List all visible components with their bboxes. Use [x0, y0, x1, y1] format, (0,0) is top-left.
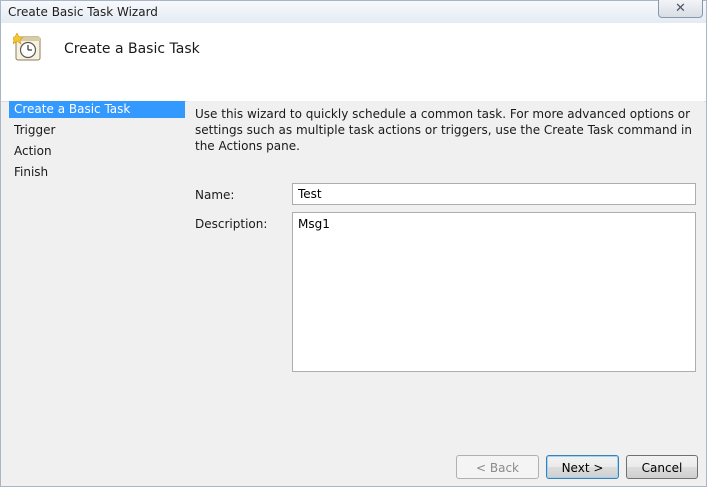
intro-text: Use this wizard to quickly schedule a co…	[195, 107, 692, 153]
next-button[interactable]: Next >	[546, 455, 619, 479]
page-title: Create a Basic Task	[64, 41, 200, 57]
wizard-window: Create Basic Task Wizard ✕ Create a Basi…	[0, 0, 707, 487]
nav-item-create-basic-task[interactable]: Create a Basic Task	[9, 101, 185, 118]
window-title: Create Basic Task Wizard	[8, 5, 158, 19]
title-bar[interactable]: Create Basic Task Wizard ✕	[1, 0, 706, 24]
nav-item-action[interactable]: Action	[9, 143, 185, 160]
close-icon: ✕	[675, 1, 686, 16]
wizard-step-nav: Create a Basic Task Trigger Action Finis…	[9, 101, 185, 181]
name-label: Name:	[195, 188, 235, 202]
back-button[interactable]: < Back	[456, 455, 539, 479]
cancel-button[interactable]: Cancel	[626, 455, 698, 479]
task-scheduler-icon	[13, 33, 41, 61]
description-input[interactable]: Msg1	[292, 212, 696, 372]
name-input[interactable]	[292, 183, 696, 205]
description-label: Description:	[195, 217, 268, 231]
wizard-content: Use this wizard to quickly schedule a co…	[188, 101, 704, 449]
nav-item-trigger[interactable]: Trigger	[9, 122, 185, 139]
close-button[interactable]: ✕	[658, 0, 703, 18]
nav-item-finish[interactable]: Finish	[9, 164, 185, 181]
wizard-header: Create a Basic Task	[1, 23, 706, 102]
